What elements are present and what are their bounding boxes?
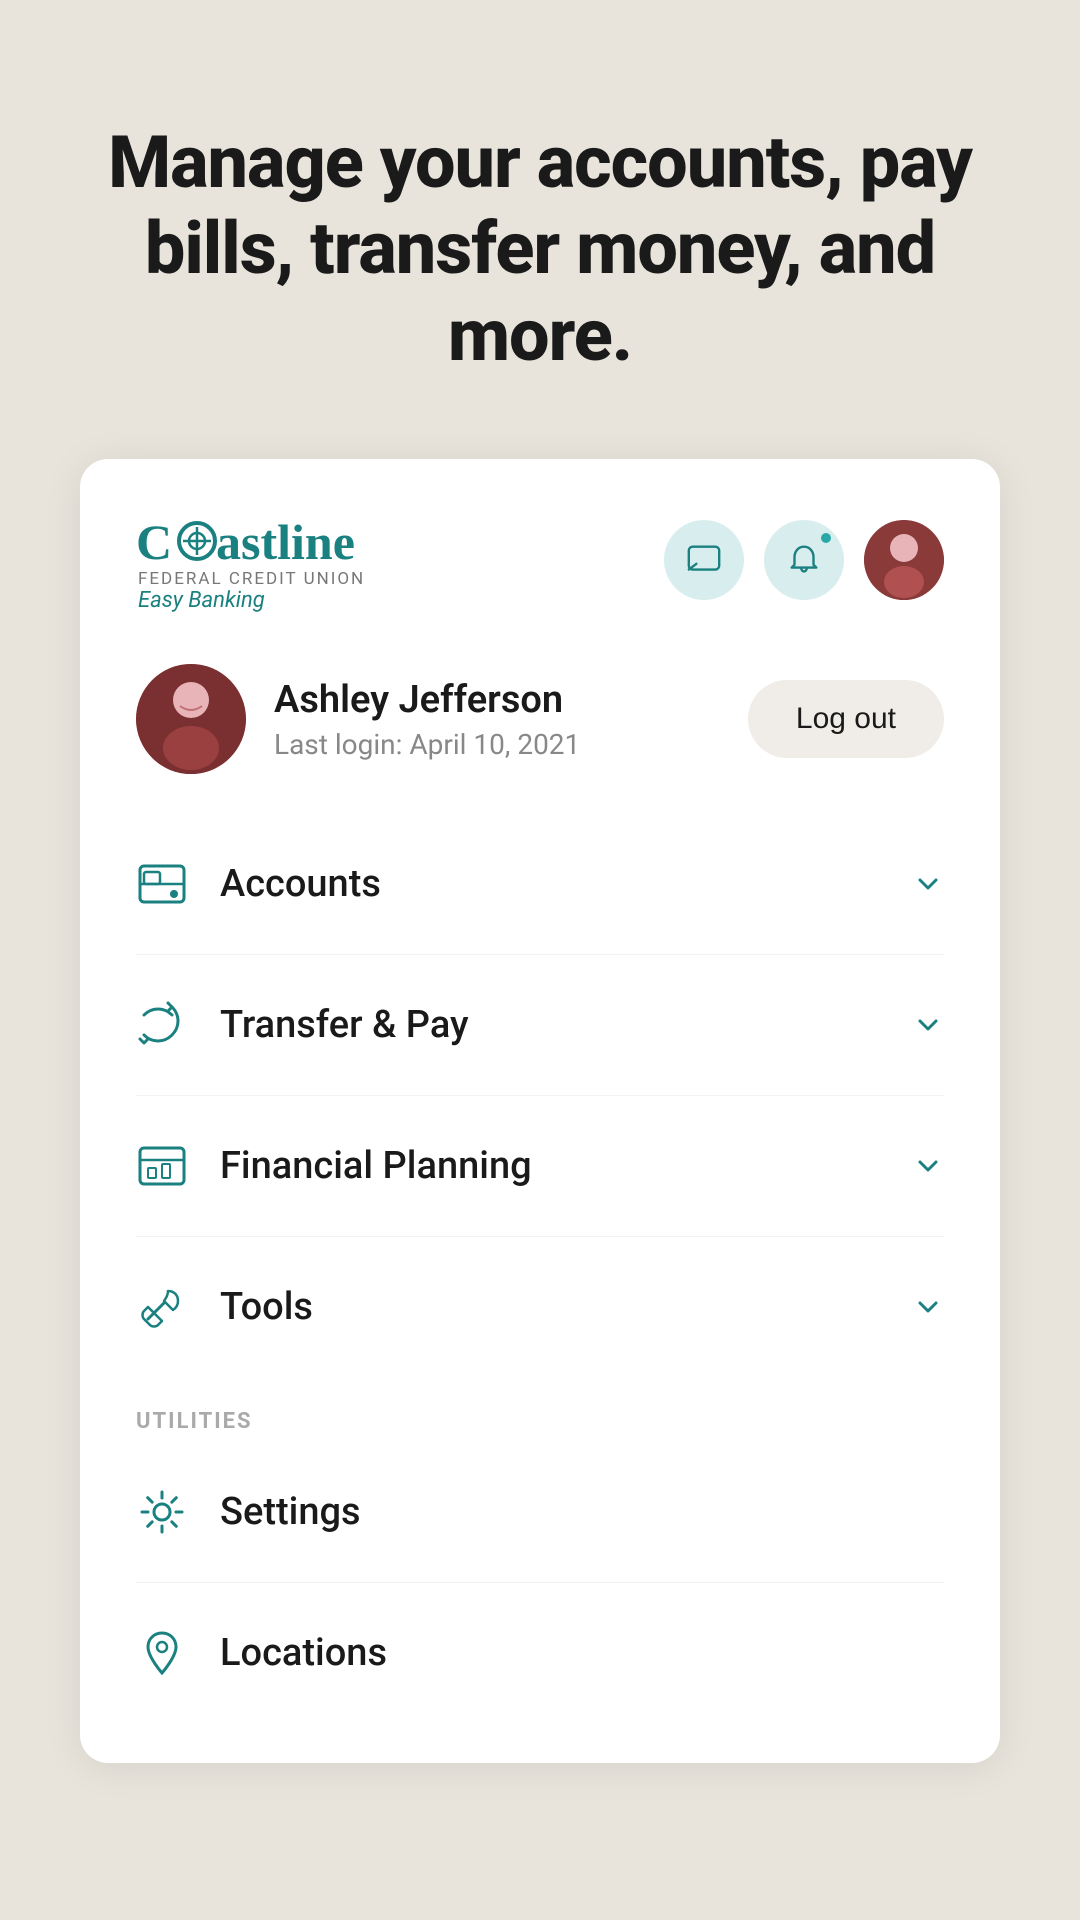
settings-label: Settings: [220, 1490, 944, 1534]
locations-label: Locations: [220, 1631, 944, 1675]
logo-svg: C astline: [136, 507, 356, 577]
header-icons: [664, 520, 944, 600]
svg-text:C: C: [136, 514, 172, 570]
menu-item-accounts[interactable]: Accounts: [136, 814, 944, 955]
accounts-chevron: [912, 868, 944, 900]
financial-planning-label: Financial Planning: [220, 1144, 880, 1188]
utilities-label: UTILITIES: [80, 1377, 1000, 1442]
chat-button[interactable]: [664, 520, 744, 600]
logo: C astline FEDERAL CREDIT UNION Easy Bank…: [136, 507, 365, 612]
transfer-label: Transfer & Pay: [220, 1003, 880, 1047]
notification-dot: [818, 530, 834, 546]
user-last-login: Last login: April 10, 2021: [274, 728, 580, 761]
logout-button[interactable]: Log out: [748, 680, 944, 758]
user-info: Ashley Jefferson Last login: April 10, 2…: [136, 664, 580, 774]
accounts-label: Accounts: [220, 862, 880, 906]
settings-icon: [136, 1486, 188, 1538]
logo-subtitle: FEDERAL CREDIT UNION: [136, 571, 365, 588]
logo-tagline: Easy Banking: [136, 590, 365, 612]
tools-label: Tools: [220, 1285, 880, 1329]
user-details: Ashley Jefferson Last login: April 10, 2…: [274, 678, 580, 761]
user-name: Ashley Jefferson: [274, 678, 580, 722]
menu-item-tools[interactable]: Tools: [136, 1237, 944, 1377]
transfer-chevron: [912, 1009, 944, 1041]
menu-item-transfer-pay[interactable]: Transfer & Pay: [136, 955, 944, 1096]
financial-icon: [136, 1140, 188, 1192]
utilities-list: Settings Locations: [80, 1442, 1000, 1723]
financial-chevron: [912, 1150, 944, 1182]
hero-title: Manage your accounts, pay bills, transfe…: [60, 120, 1020, 379]
menu-item-settings[interactable]: Settings: [136, 1442, 944, 1583]
user-avatar: [136, 664, 246, 774]
logo-name-row: C astline: [136, 507, 365, 577]
accounts-icon: [136, 858, 188, 910]
notification-button[interactable]: [764, 520, 844, 600]
user-section: Ashley Jefferson Last login: April 10, 2…: [80, 644, 1000, 814]
header-avatar-icon: [864, 520, 944, 600]
user-avatar-icon: [136, 664, 246, 774]
transfer-icon: [136, 999, 188, 1051]
menu-item-financial-planning[interactable]: Financial Planning: [136, 1096, 944, 1237]
header-avatar[interactable]: [864, 520, 944, 600]
locations-icon: [136, 1627, 188, 1679]
svg-text:astline: astline: [216, 514, 355, 570]
tools-icon: [136, 1281, 188, 1333]
menu-list: Accounts Transfer & Pay: [80, 814, 1000, 1377]
chat-icon: [685, 541, 723, 579]
notification-icon: [785, 541, 823, 579]
menu-item-locations[interactable]: Locations: [136, 1583, 944, 1723]
card-header: C astline FEDERAL CREDIT UNION Easy Bank…: [80, 459, 1000, 644]
main-card: C astline FEDERAL CREDIT UNION Easy Bank…: [80, 459, 1000, 1763]
tools-chevron: [912, 1291, 944, 1323]
hero-section: Manage your accounts, pay bills, transfe…: [0, 0, 1080, 459]
